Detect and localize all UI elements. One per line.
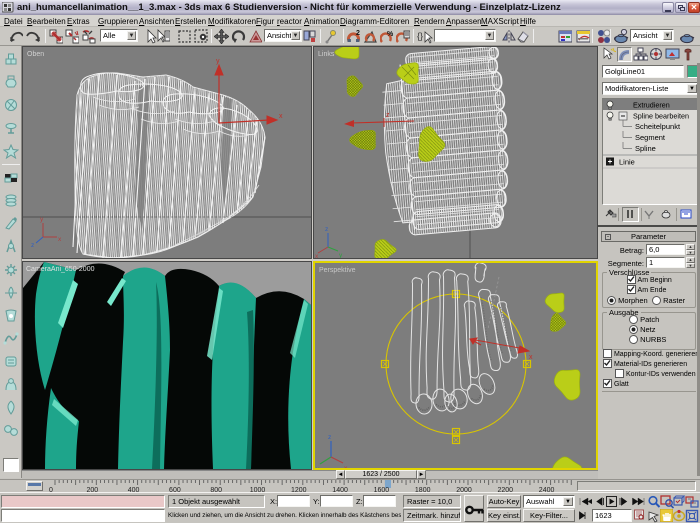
svg-text:Links: Links	[318, 51, 335, 58]
svg-text:z: z	[386, 112, 390, 119]
svg-text:CameraAni_650-2000: CameraAni_650-2000	[26, 266, 95, 273]
svg-text:{}: {}	[417, 31, 423, 41]
svg-text:Spline: Spline	[635, 144, 656, 153]
svg-text:Extrudieren: Extrudieren	[633, 101, 670, 110]
svg-text:Perspektive: Perspektive	[319, 267, 356, 274]
svg-text:Segment: Segment	[635, 133, 666, 142]
svg-text:Scheitelpunkt: Scheitelpunkt	[635, 122, 681, 131]
svg-text:Spline bearbeiten: Spline bearbeiten	[633, 112, 689, 121]
svg-text:z: z	[325, 226, 328, 233]
svg-text:Linie: Linie	[619, 158, 635, 167]
svg-text:x: x	[529, 354, 533, 361]
svg-text:2: 2	[356, 30, 360, 37]
svg-text:x: x	[279, 113, 283, 120]
svg-text:y: y	[216, 58, 220, 65]
svg-text:z: z	[31, 242, 34, 249]
svg-text:z: z	[328, 434, 331, 441]
svg-text:%: %	[387, 31, 394, 38]
svg-text:Oben: Oben	[27, 51, 44, 58]
